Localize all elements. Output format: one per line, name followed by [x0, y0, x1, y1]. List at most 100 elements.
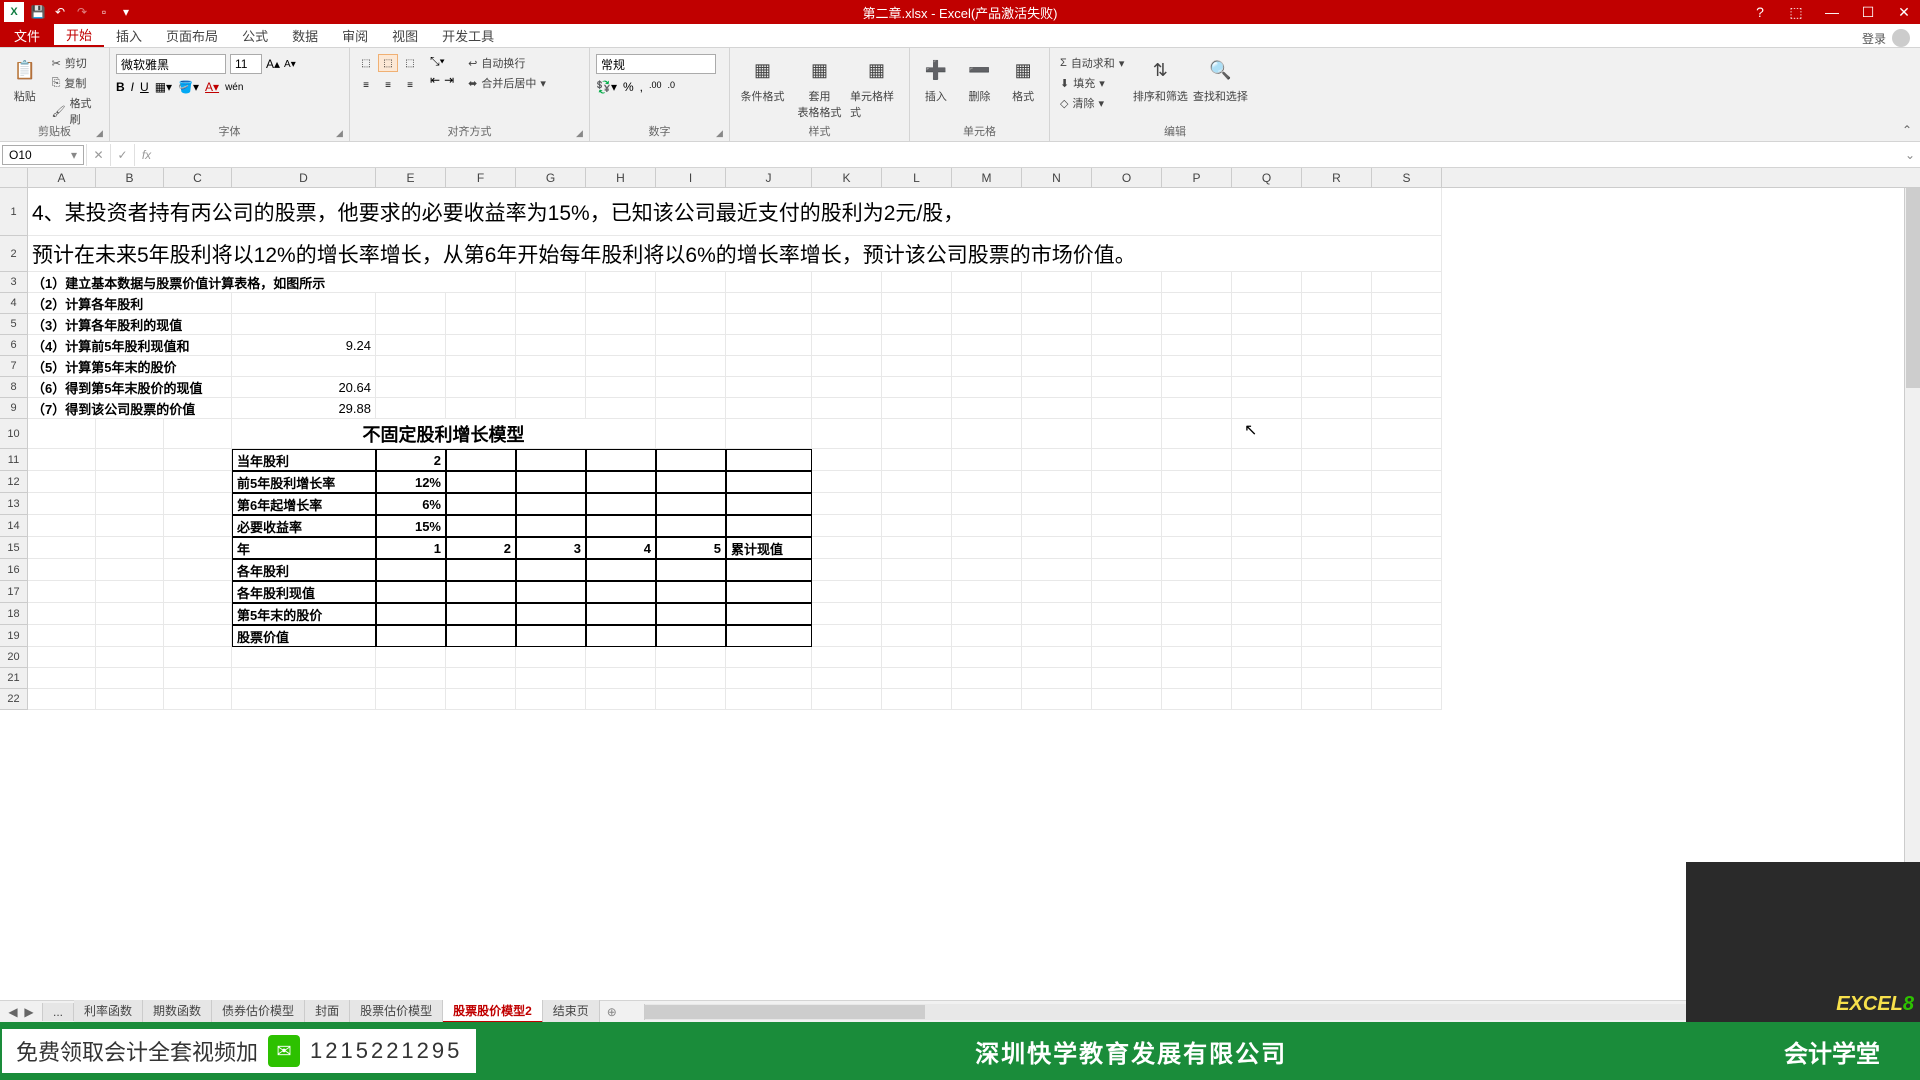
wrap-text-button[interactable]: ↩自动换行 [464, 54, 550, 72]
cell[interactable] [882, 419, 952, 449]
cell[interactable] [1372, 471, 1442, 493]
cell[interactable] [232, 689, 376, 710]
cell[interactable] [1092, 471, 1162, 493]
cell[interactable] [656, 377, 726, 398]
cell[interactable] [1162, 581, 1232, 603]
cell[interactable] [1092, 398, 1162, 419]
cell[interactable] [1372, 314, 1442, 335]
cell[interactable] [656, 603, 726, 625]
cell[interactable] [96, 471, 164, 493]
cell[interactable] [726, 293, 812, 314]
cell[interactable] [164, 647, 232, 668]
cell[interactable] [1232, 689, 1302, 710]
row-header[interactable]: 11 [0, 449, 28, 471]
cell[interactable] [1372, 625, 1442, 647]
column-header[interactable]: C [164, 168, 232, 187]
cell[interactable]: （1）建立基本数据与股票价值计算表格，如图所示 [28, 272, 516, 293]
cell[interactable] [1302, 559, 1372, 581]
alignment-launcher-icon[interactable]: ◢ [576, 128, 586, 138]
cell[interactable] [1372, 689, 1442, 710]
cell[interactable] [1162, 272, 1232, 293]
cell[interactable] [446, 449, 516, 471]
cell[interactable] [882, 668, 952, 689]
cell[interactable] [1372, 293, 1442, 314]
cell[interactable] [882, 398, 952, 419]
rows-area[interactable]: 14、某投资者持有丙公司的股票，他要求的必要收益率为15%，已知该公司最近支付的… [0, 188, 1920, 710]
enter-formula-button[interactable]: ✓ [110, 144, 134, 166]
column-header[interactable]: K [812, 168, 882, 187]
align-middle-button[interactable]: ⬚ [378, 54, 398, 72]
save-icon[interactable]: 💾 [30, 4, 46, 20]
italic-button[interactable]: I [131, 80, 134, 94]
cell[interactable] [96, 419, 164, 449]
cell[interactable] [1162, 471, 1232, 493]
cell[interactable] [1232, 419, 1302, 449]
cell[interactable] [96, 647, 164, 668]
cell[interactable] [1162, 559, 1232, 581]
cell[interactable] [1092, 581, 1162, 603]
cell[interactable] [1372, 449, 1442, 471]
row-header[interactable]: 14 [0, 515, 28, 537]
cell[interactable] [1092, 647, 1162, 668]
cell[interactable] [1302, 377, 1372, 398]
cell[interactable] [1232, 377, 1302, 398]
cell[interactable] [28, 581, 96, 603]
vscroll-thumb[interactable] [1906, 188, 1920, 388]
cell[interactable] [1022, 559, 1092, 581]
help-button[interactable]: ? [1744, 0, 1776, 24]
cell[interactable] [726, 493, 812, 515]
cell[interactable] [726, 398, 812, 419]
cell[interactable] [952, 471, 1022, 493]
cell[interactable] [952, 647, 1022, 668]
cell[interactable] [376, 335, 446, 356]
cell[interactable] [952, 449, 1022, 471]
cell[interactable] [812, 335, 882, 356]
row-header[interactable]: 6 [0, 335, 28, 356]
cell[interactable] [586, 493, 656, 515]
cell[interactable] [28, 603, 96, 625]
cell[interactable] [516, 335, 586, 356]
row-header[interactable]: 4 [0, 293, 28, 314]
sort-filter-button[interactable]: ⇅排序和筛选 [1132, 54, 1188, 104]
select-all-button[interactable] [0, 168, 28, 187]
cell[interactable] [1162, 314, 1232, 335]
cell[interactable] [1372, 419, 1442, 449]
cell[interactable] [656, 668, 726, 689]
cell[interactable] [1162, 419, 1232, 449]
cell[interactable] [1302, 272, 1372, 293]
cell[interactable] [516, 449, 586, 471]
cell[interactable] [1022, 515, 1092, 537]
cell[interactable]: 第6年起增长率 [232, 493, 376, 515]
cell[interactable] [1092, 689, 1162, 710]
cell[interactable] [882, 603, 952, 625]
cell[interactable] [812, 559, 882, 581]
cell[interactable] [164, 471, 232, 493]
cell[interactable] [1302, 493, 1372, 515]
cell[interactable] [376, 603, 446, 625]
row-header[interactable]: 18 [0, 603, 28, 625]
cell[interactable] [882, 537, 952, 559]
cell[interactable] [96, 689, 164, 710]
cell[interactable] [1232, 625, 1302, 647]
cell[interactable] [952, 293, 1022, 314]
cell[interactable] [726, 272, 812, 293]
cell[interactable]: （3）计算各年股利的现值 [28, 314, 232, 335]
accounting-format-button[interactable]: 💱▾ [596, 80, 617, 94]
row-header[interactable]: 8 [0, 377, 28, 398]
cell[interactable] [1092, 537, 1162, 559]
cell[interactable] [376, 398, 446, 419]
cell[interactable] [952, 689, 1022, 710]
qat-dropdown-icon[interactable]: ▾ [118, 4, 134, 20]
tab-home[interactable]: 开始 [54, 23, 104, 47]
cell[interactable] [812, 471, 882, 493]
cell[interactable] [1092, 335, 1162, 356]
cell[interactable] [1232, 314, 1302, 335]
row-header[interactable]: 1 [0, 188, 28, 236]
cell[interactable] [812, 356, 882, 377]
bold-button[interactable]: B [116, 80, 125, 94]
cell[interactable] [726, 515, 812, 537]
underline-button[interactable]: U [140, 80, 149, 94]
cell[interactable] [1022, 668, 1092, 689]
cell[interactable] [516, 493, 586, 515]
cell[interactable] [1092, 603, 1162, 625]
